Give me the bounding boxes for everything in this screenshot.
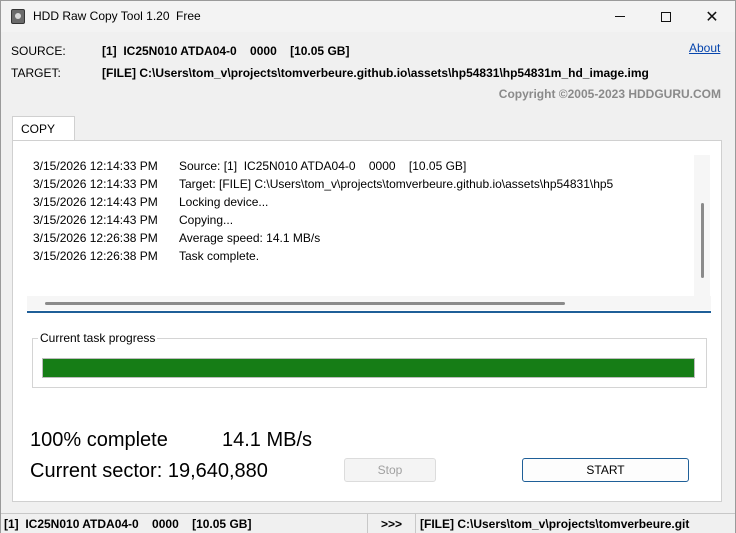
log-entry: 3/15/2026 12:14:33 PM Target: [FILE] C:\U… xyxy=(33,177,613,191)
source-value: [1] IC25N010 ATDA04-0 0000 [10.05 GB] xyxy=(102,44,350,58)
copyright-text: Copyright ©2005-2023 HDDGURU.COM xyxy=(498,87,721,101)
current-sector: Current sector: 19,640,880 xyxy=(30,460,268,482)
log-timestamp: 3/15/2026 12:26:38 PM xyxy=(33,249,158,263)
maximize-button[interactable] xyxy=(643,1,689,32)
log-entry: 3/15/2026 12:26:38 PM Average speed: 14.1… xyxy=(33,231,320,245)
close-button[interactable]: ✕ xyxy=(689,1,735,32)
log-message: Copying... xyxy=(179,213,234,227)
title-bar[interactable]: HDD Raw Copy Tool 1.20 Free ✕ xyxy=(1,1,735,32)
percent-complete: 100% complete xyxy=(30,429,168,451)
divider xyxy=(27,311,711,313)
log-timestamp: 3/15/2026 12:14:43 PM xyxy=(33,195,158,209)
stop-button[interactable]: Stop xyxy=(344,458,436,482)
log-entry: 3/15/2026 12:14:33 PM Source: [1] IC25N01… xyxy=(33,159,466,173)
log-horizontal-scrollbar[interactable] xyxy=(27,296,711,310)
log-message: Task complete. xyxy=(179,249,260,263)
log-entry: 3/15/2026 12:14:43 PM Copying... xyxy=(33,213,233,227)
log-message: Target: [FILE] C:\Users\tom_v\projects\t… xyxy=(179,177,614,191)
log-timestamp: 3/15/2026 12:14:33 PM xyxy=(33,177,158,191)
edition-label: Free xyxy=(176,9,201,23)
log-timestamp: 3/15/2026 12:14:33 PM xyxy=(33,159,158,173)
window-title: HDD Raw Copy Tool 1.20 xyxy=(33,9,170,23)
log-list[interactable]: 3/15/2026 12:14:33 PM Source: [1] IC25N01… xyxy=(27,155,711,296)
log-message: Average speed: 14.1 MB/s xyxy=(179,231,321,245)
target-value: [FILE] C:\Users\tom_v\projects\tomverbeu… xyxy=(102,66,649,80)
hard-drive-icon xyxy=(11,9,25,24)
target-label: TARGET: xyxy=(11,66,61,80)
log-entry: 3/15/2026 12:26:38 PM Task complete. xyxy=(33,249,259,263)
status-bar: [1] IC25N010 ATDA04-0 0000 [10.05 GB] >>… xyxy=(1,513,735,533)
maximize-icon xyxy=(661,11,671,22)
tab-copy[interactable]: COPY xyxy=(12,116,75,141)
log-message: Source: [1] IC25N010 ATDA04-0 0000 [10.0… xyxy=(179,159,467,173)
log-vertical-scrollbar[interactable] xyxy=(694,155,710,296)
log-timestamp: 3/15/2026 12:14:43 PM xyxy=(33,213,158,227)
status-target: [FILE] C:\Users\tom_v\projects\tomverbeu… xyxy=(420,517,690,531)
log-entry: 3/15/2026 12:14:43 PM Locking device... xyxy=(33,195,268,209)
minimize-icon xyxy=(615,16,625,17)
progress-group-label: Current task progress xyxy=(38,331,158,345)
app-window: HDD Raw Copy Tool 1.20 Free ✕ SOURCE: [1… xyxy=(0,0,736,533)
log-timestamp: 3/15/2026 12:26:38 PM xyxy=(33,231,158,245)
close-icon: ✕ xyxy=(705,8,719,26)
status-arrow: >>> xyxy=(368,514,416,533)
progress-bar xyxy=(42,358,695,378)
log-message: Locking device... xyxy=(179,195,269,209)
transfer-speed: 14.1 MB/s xyxy=(222,429,313,451)
horizontal-scroll-thumb[interactable] xyxy=(45,302,565,305)
vertical-scroll-thumb[interactable] xyxy=(701,203,704,278)
start-button[interactable]: START xyxy=(522,458,689,482)
status-source: [1] IC25N010 ATDA04-0 0000 [10.05 GB] xyxy=(1,514,368,533)
minimize-button[interactable] xyxy=(597,1,643,32)
progress-bar-fill xyxy=(43,359,694,377)
about-link[interactable]: About xyxy=(689,41,720,55)
source-label: SOURCE: xyxy=(11,44,66,58)
